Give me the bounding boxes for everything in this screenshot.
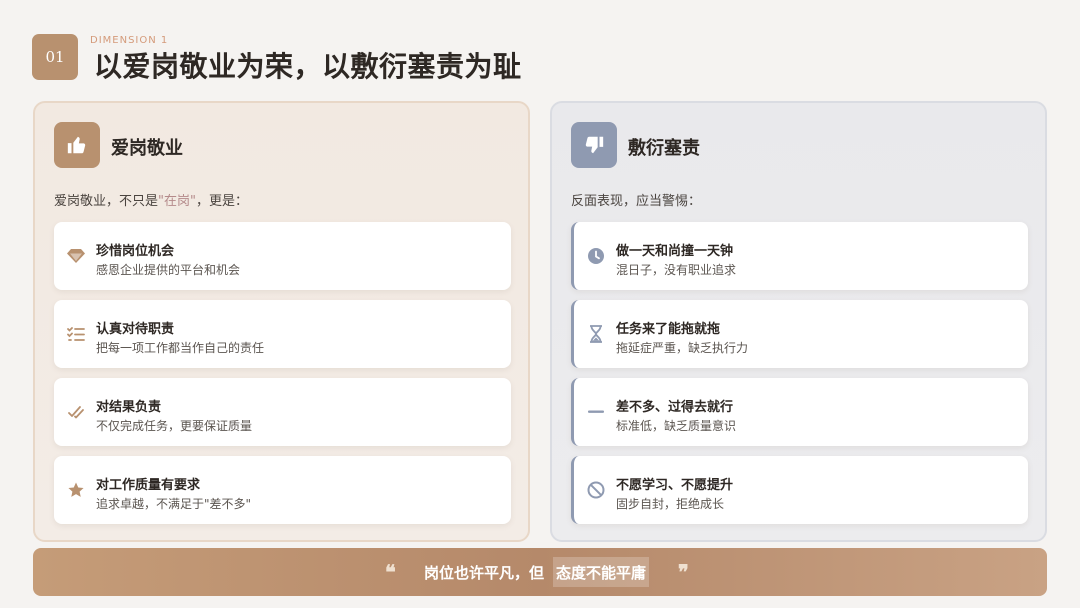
panel-subtitle: 爱岗敬业，不只是"在岗"，更是： <box>54 190 248 209</box>
item-title: 对工作质量有要求 <box>96 478 201 493</box>
thumbs-down-icon <box>571 122 617 168</box>
subtitle-text: 爱岗敬业，不只是 <box>54 194 159 209</box>
section-number-badge: 01 <box>32 34 78 80</box>
close-quote-icon: ❞ <box>678 560 689 584</box>
panel-title: 敷衍塞责 <box>628 138 700 159</box>
item-desc: 追求卓越，不满足于"差不多" <box>96 497 252 511</box>
positive-panel: 爱岗敬业 爱岗敬业，不只是"在岗"，更是： 珍惜岗位机会 感恩企业提供的平台和机… <box>33 101 530 542</box>
panel-subtitle: 反面表现，应当警惕： <box>571 194 702 209</box>
hourglass-icon <box>586 324 606 344</box>
star-icon <box>66 480 86 500</box>
item-title: 不愿学习、不愿提升 <box>616 478 734 493</box>
item-desc: 不仅完成任务，更要保证质量 <box>96 419 253 433</box>
panel-title: 爱岗敬业 <box>111 138 183 159</box>
open-quote-icon: ❝ <box>385 560 396 584</box>
thumbs-up-icon <box>54 122 100 168</box>
negative-panel: 敷衍塞责 反面表现，应当警惕： 做一天和尚撞一天钟 混日子，没有职业追求 任务来… <box>550 101 1047 542</box>
quote-text: 岗位也许平凡，但 <box>424 564 545 582</box>
item-title: 认真对待职责 <box>96 322 175 337</box>
item-desc: 固步自封，拒绝成长 <box>616 497 725 511</box>
item-title: 对结果负责 <box>96 400 162 415</box>
item-title: 做一天和尚撞一天钟 <box>616 244 734 259</box>
list-item: 对结果负责 不仅完成任务，更要保证质量 <box>54 378 511 446</box>
item-desc: 标准低，缺乏质量意识 <box>616 419 737 433</box>
item-desc: 把每一项工作都当作自己的责任 <box>96 341 265 355</box>
ban-icon <box>586 480 606 500</box>
item-title: 珍惜岗位机会 <box>96 244 175 259</box>
list-item: 不愿学习、不愿提升 固步自封，拒绝成长 <box>571 456 1028 524</box>
minus-icon <box>586 402 606 422</box>
list-item: 做一天和尚撞一天钟 混日子，没有职业追求 <box>571 222 1028 290</box>
list-item: 差不多、过得去就行 标准低，缺乏质量意识 <box>571 378 1028 446</box>
item-title: 任务来了能拖就拖 <box>616 322 721 337</box>
list-item: 任务来了能拖就拖 拖延症严重，缺乏执行力 <box>571 300 1028 368</box>
list-item: 对工作质量有要求 追求卓越，不满足于"差不多" <box>54 456 511 524</box>
item-desc: 混日子，没有职业追求 <box>616 263 737 277</box>
double-check-icon <box>66 402 86 422</box>
list-item: 认真对待职责 把每一项工作都当作自己的责任 <box>54 300 511 368</box>
diamond-icon <box>66 246 86 266</box>
item-desc: 感恩企业提供的平台和机会 <box>96 263 241 277</box>
page-title: 以爱岗敬业为荣，以敷衍塞责为耻 <box>94 50 522 83</box>
item-desc: 拖延症严重，缺乏执行力 <box>616 341 749 355</box>
quote-banner: ❝ 岗位也许平凡，但 态度不能平庸 ❞ <box>33 548 1047 596</box>
item-title: 差不多、过得去就行 <box>616 400 734 415</box>
subtitle-highlight: "在岗" <box>158 194 196 209</box>
quote-highlight: 态度不能平庸 <box>553 557 650 587</box>
list-item: 珍惜岗位机会 感恩企业提供的平台和机会 <box>54 222 511 290</box>
clock-icon <box>586 246 606 266</box>
task-list-icon <box>66 324 86 344</box>
subtitle-text-end: ，更是： <box>195 194 248 209</box>
